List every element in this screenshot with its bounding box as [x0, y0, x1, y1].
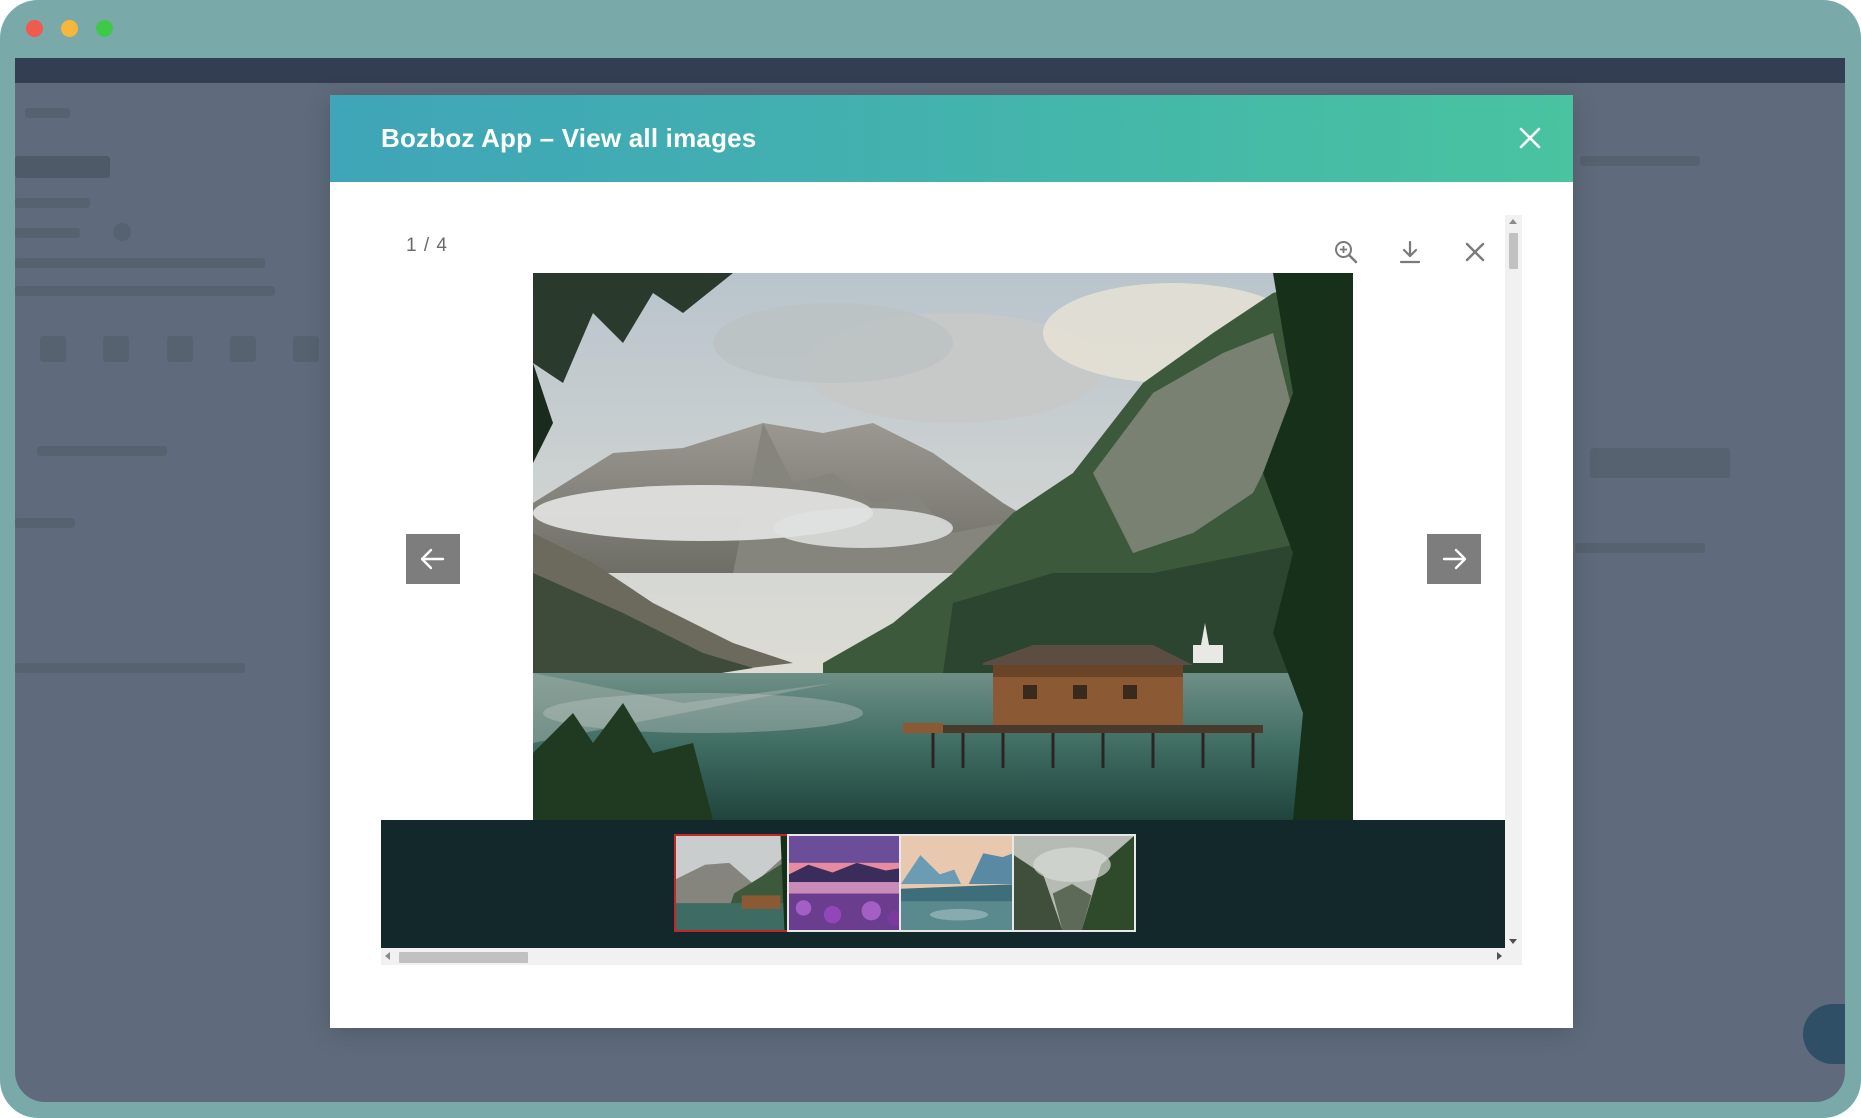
mountain-lake-photo: [533, 273, 1353, 820]
modal-close-button[interactable]: [1515, 123, 1545, 153]
bg-text: [15, 663, 245, 673]
bg-text: [15, 198, 90, 208]
close-icon: [1519, 127, 1541, 149]
close-icon: [1465, 242, 1485, 262]
thumbnail-3[interactable]: [899, 834, 1023, 932]
scroll-left-arrow[interactable]: [385, 952, 390, 960]
thumbnail-strip: [381, 820, 1505, 948]
thumbnail-4[interactable]: [1012, 834, 1136, 932]
scroll-down-arrow[interactable]: [1509, 939, 1517, 944]
image-counter: 1 / 4: [406, 235, 448, 256]
thumbnail-image: [1014, 836, 1134, 930]
bg-icon: [293, 336, 319, 362]
bg-heading: [15, 156, 110, 178]
arrow-right-icon: [1442, 548, 1467, 570]
horizontal-scrollbar[interactable]: [381, 948, 1522, 965]
arrow-left-icon: [420, 548, 445, 570]
thumbnail-image: [789, 836, 909, 930]
bg-text: [1580, 156, 1700, 166]
zoom-in-icon: [1335, 241, 1358, 264]
zoom-button[interactable]: [1333, 239, 1359, 265]
bg-dot: [113, 223, 131, 241]
bg-icon: [40, 336, 66, 362]
main-image: [533, 273, 1353, 820]
modal-header: Bozboz App – View all images: [330, 95, 1573, 182]
help-button[interactable]: [1803, 1004, 1845, 1064]
image-viewer-modal: Bozboz App – View all images 1 / 4: [330, 95, 1573, 1028]
window-minimize-button[interactable]: [61, 20, 78, 37]
window-maximize-button[interactable]: [96, 20, 113, 37]
bg-text: [1575, 543, 1705, 553]
window-close-button[interactable]: [26, 20, 43, 37]
bg-icon: [167, 336, 193, 362]
bg-text: [15, 286, 275, 296]
vertical-scrollbar[interactable]: [1505, 215, 1522, 948]
bg-text: [15, 518, 75, 528]
window-controls: [26, 20, 113, 37]
download-icon: [1399, 240, 1421, 264]
modal-title: Bozboz App – View all images: [381, 123, 757, 153]
bg-button: [1590, 448, 1730, 478]
bg-breadcrumb: [25, 108, 70, 118]
next-image-button[interactable]: [1427, 534, 1481, 584]
thumbnail-1[interactable]: [674, 834, 798, 932]
bg-icon: [103, 336, 129, 362]
image-viewer: 1 / 4: [381, 215, 1522, 972]
bg-text: [15, 258, 265, 268]
vertical-scroll-thumb[interactable]: [1509, 233, 1518, 269]
bg-icon: [230, 336, 256, 362]
previous-image-button[interactable]: [406, 534, 460, 584]
bg-text: [15, 228, 80, 238]
app-topbar: [15, 58, 1845, 83]
bg-section-title: [37, 446, 167, 456]
horizontal-scroll-thumb[interactable]: [399, 952, 528, 963]
thumbnail-image: [901, 836, 1021, 930]
viewer-close-button[interactable]: [1462, 239, 1488, 265]
thumbnail-image: [676, 836, 796, 930]
scroll-up-arrow[interactable]: [1509, 219, 1517, 224]
app-window: Bozboz App – View all images 1 / 4: [0, 0, 1861, 1118]
thumbnail-2[interactable]: [787, 834, 911, 932]
download-button[interactable]: [1397, 239, 1423, 265]
scroll-right-arrow[interactable]: [1497, 952, 1502, 960]
